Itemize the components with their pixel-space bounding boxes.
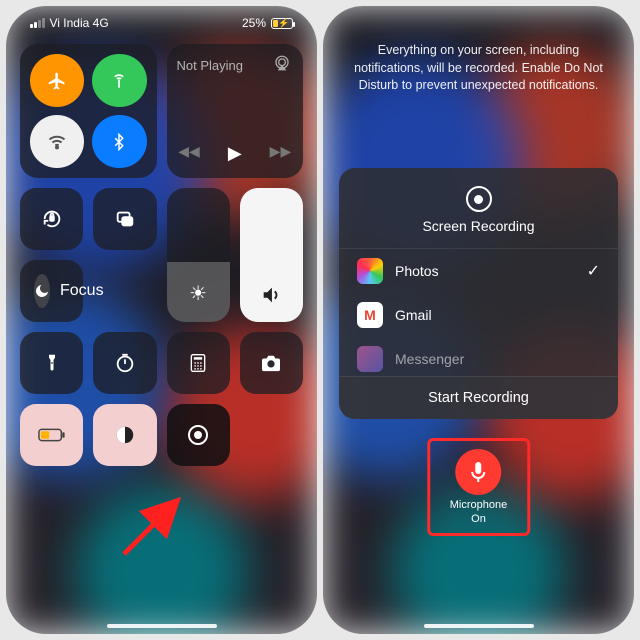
checkmark-icon: ✓: [587, 261, 600, 281]
status-bar: Vi India 4G 25% ⚡: [20, 6, 303, 36]
dark-mode-icon: [114, 424, 136, 446]
app-row-photos[interactable]: Photos ✓: [339, 249, 618, 293]
dark-mode-button[interactable]: [93, 404, 156, 466]
microphone-toggle[interactable]: [455, 449, 501, 495]
cellular-data-toggle[interactable]: [92, 54, 146, 107]
calculator-icon: [189, 353, 207, 373]
bluetooth-icon: [110, 133, 128, 151]
focus-label: Focus: [60, 282, 104, 300]
sheet-title: Screen Recording: [339, 218, 618, 234]
annotation-highlight-box: Microphone On: [427, 438, 530, 536]
battery-pct: 25%: [242, 16, 266, 30]
airplane-mode-toggle[interactable]: [30, 54, 84, 107]
volume-icon: [260, 284, 282, 306]
volume-slider[interactable]: [240, 188, 303, 322]
brightness-slider[interactable]: ☀: [167, 188, 230, 322]
orientation-lock-icon: [41, 208, 63, 230]
messenger-app-icon: [357, 346, 383, 372]
record-icon: [466, 186, 492, 212]
screenshot-recording-sheet: Everything on your screen, including not…: [323, 6, 634, 634]
media-next-button[interactable]: ▶▶: [270, 143, 292, 164]
app-name: Gmail: [395, 307, 432, 323]
app-row-gmail[interactable]: M Gmail: [339, 293, 618, 337]
app-name: Photos: [395, 263, 439, 279]
brightness-icon: ☀: [189, 281, 207, 306]
focus-button[interactable]: Focus: [20, 260, 83, 322]
airplay-icon[interactable]: [273, 54, 291, 72]
moon-icon: [34, 274, 50, 308]
mic-label: Microphone: [450, 499, 507, 511]
carrier-label: Vi India 4G: [50, 16, 109, 30]
app-name: Messenger: [395, 351, 464, 367]
calculator-button[interactable]: [167, 332, 230, 394]
screenshot-control-center: Vi India 4G 25% ⚡: [6, 6, 317, 634]
start-recording-button[interactable]: Start Recording: [339, 376, 618, 419]
camera-icon: [260, 354, 282, 372]
battery-icon: ⚡: [271, 18, 293, 29]
app-row-messenger[interactable]: Messenger: [339, 337, 618, 376]
orientation-lock-button[interactable]: [20, 188, 83, 250]
connectivity-group[interactable]: [20, 44, 157, 178]
screen-mirroring-icon: [114, 208, 136, 230]
antenna-icon: [109, 71, 129, 91]
low-power-icon: [38, 427, 66, 443]
mic-state: On: [471, 513, 486, 525]
media-prev-button[interactable]: ◀◀: [178, 143, 200, 164]
timer-icon: [114, 352, 136, 374]
home-indicator[interactable]: [107, 624, 217, 628]
record-icon: [186, 423, 210, 447]
media-play-button[interactable]: ▶: [228, 143, 242, 164]
recording-warning-text: Everything on your screen, including not…: [323, 6, 634, 95]
flashlight-icon: [43, 352, 61, 374]
camera-button[interactable]: [240, 332, 303, 394]
recording-sheet: Screen Recording Photos ✓ M Gmail Messen…: [339, 168, 618, 419]
photos-app-icon: [357, 258, 383, 284]
screen-recording-button[interactable]: [167, 404, 230, 466]
signal-bars-icon: [30, 18, 45, 28]
bluetooth-toggle[interactable]: [92, 115, 146, 168]
low-power-mode-button[interactable]: [20, 404, 83, 466]
wifi-toggle[interactable]: [30, 115, 84, 168]
media-tile[interactable]: Not Playing ◀◀ ▶ ▶▶: [167, 44, 304, 178]
flashlight-button[interactable]: [20, 332, 83, 394]
microphone-icon: [468, 460, 488, 484]
screen-mirroring-button[interactable]: [93, 188, 156, 250]
airplane-icon: [47, 71, 67, 91]
timer-button[interactable]: [93, 332, 156, 394]
gmail-app-icon: M: [357, 302, 383, 328]
home-indicator[interactable]: [424, 624, 534, 628]
annotation-arrow: [118, 490, 188, 560]
wifi-icon: [47, 132, 67, 152]
